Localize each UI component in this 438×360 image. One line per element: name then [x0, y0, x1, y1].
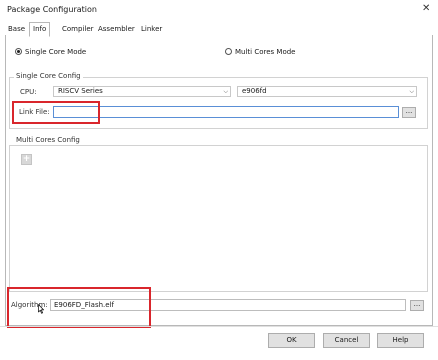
multi-cores-mode-label: Multi Cores Mode	[235, 48, 296, 56]
algorithm-browse-button[interactable]: ...	[410, 300, 424, 311]
chevron-down-icon: ⌵	[409, 88, 414, 95]
tab-info[interactable]: Info	[29, 22, 51, 37]
single-core-mode-label: Single Core Mode	[25, 48, 87, 56]
single-core-mode-radio[interactable]: Single Core Mode	[15, 47, 86, 57]
link-file-browse-button[interactable]: ...	[402, 107, 416, 118]
mouse-cursor-icon	[38, 304, 44, 314]
single-core-config-title: Single Core Config	[14, 72, 83, 80]
tab-compiler[interactable]: Compiler	[59, 24, 97, 35]
chevron-down-icon: ⌵	[223, 88, 228, 95]
ok-button[interactable]: OK	[268, 333, 315, 348]
link-file-highlight	[12, 101, 100, 124]
cpu-family-value: RISCV Series	[58, 87, 103, 95]
cpu-model-select[interactable]: e906fd ⌵	[237, 86, 417, 97]
package-configuration-dialog: Package Configuration ✕ Base Info Compil…	[0, 0, 438, 360]
radio-unselected-icon	[225, 48, 232, 55]
add-icon[interactable]: +	[21, 154, 32, 165]
title-bar: Package Configuration ✕	[0, 0, 438, 20]
multi-cores-mode-radio[interactable]: Multi Cores Mode	[225, 47, 295, 57]
window-title: Package Configuration	[7, 5, 97, 14]
tab-base[interactable]: Base	[5, 24, 28, 35]
close-icon[interactable]: ✕	[422, 3, 430, 15]
button-bar-separator	[0, 326, 438, 327]
cancel-button[interactable]: Cancel	[323, 333, 370, 348]
link-file-input[interactable]	[53, 106, 399, 118]
algorithm-highlight	[7, 287, 151, 328]
help-button[interactable]: Help	[377, 333, 424, 348]
tab-assembler[interactable]: Assembler	[95, 24, 138, 35]
multi-cores-config-title: Multi Cores Config	[14, 136, 82, 144]
cpu-label: CPU:	[20, 88, 37, 96]
cpu-family-select[interactable]: RISCV Series ⌵	[53, 86, 231, 97]
radio-selected-icon	[15, 48, 22, 55]
cpu-model-value: e906fd	[242, 87, 267, 95]
multi-cores-config-group	[9, 145, 428, 292]
tab-linker[interactable]: Linker	[138, 24, 165, 35]
